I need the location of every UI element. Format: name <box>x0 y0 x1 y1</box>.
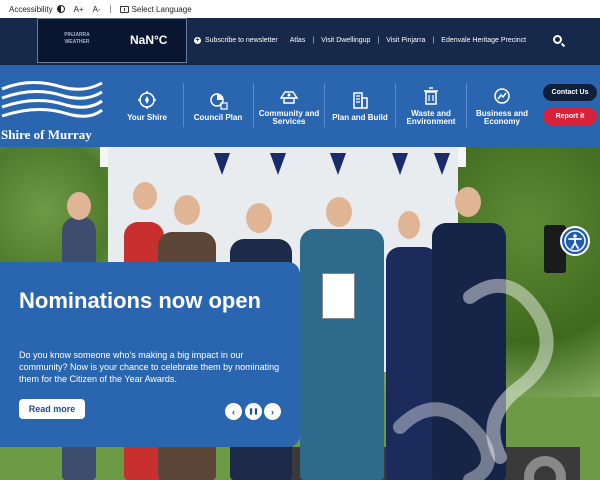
contrast-toggle-icon[interactable] <box>56 5 65 13</box>
font-decrease-button[interactable]: A- <box>93 5 101 14</box>
top-links: + Subscribe to newsletter Atlas | Visit … <box>194 37 527 44</box>
accessibility-bar: Accessibility A+ A- Select Language <box>0 0 600 18</box>
hero-promo-card: Nominations now open Do you know someone… <box>0 262 300 447</box>
chart-icon <box>494 88 510 104</box>
nav-plan-build[interactable]: Plan and Build <box>325 65 395 147</box>
accessibility-widget-button[interactable] <box>560 226 590 256</box>
carousel-prev-button[interactable]: ‹ <box>225 403 242 420</box>
logo-text: Shire of Murray <box>1 127 92 142</box>
atlas-link[interactable]: Atlas <box>290 37 306 44</box>
nav-council-plan[interactable]: Council Plan <box>184 65 252 147</box>
site-logo[interactable]: Shire of Murray <box>0 79 106 142</box>
weather-logo: PINJARRA WEATHER <box>64 32 90 45</box>
nav-waste-environment[interactable]: Waste and Environment <box>396 65 466 147</box>
accessibility-label: Accessibility <box>9 5 65 14</box>
accessibility-person-icon <box>564 230 586 252</box>
hero-title: Nominations now open <box>19 288 261 313</box>
divider <box>109 5 111 13</box>
carousel-next-button[interactable]: › <box>264 403 281 420</box>
hero-description: Do you know someone who's making a big i… <box>19 350 280 384</box>
weather-temperature: NaN°C <box>130 33 168 47</box>
search-icon[interactable] <box>553 35 562 44</box>
visit-dwellingup-link[interactable]: Visit Dwellingup <box>321 37 370 44</box>
visit-pinjarra-link[interactable]: Visit Pinjarra <box>386 37 425 44</box>
report-it-button[interactable]: Report it <box>543 108 597 125</box>
top-bar: PINJARRA WEATHER NaN°C + Subscribe to ne… <box>0 18 600 65</box>
waves-logo-icon <box>1 81 103 118</box>
main-nav: Shire of Murray Your Shire Council Plan … <box>0 65 600 147</box>
nav-business-economy[interactable]: Business and Economy <box>467 65 537 147</box>
bin-icon <box>424 87 438 105</box>
subscribe-newsletter-link[interactable]: + Subscribe to newsletter <box>194 37 278 44</box>
nav-community-services[interactable]: Community and Services <box>254 65 324 147</box>
community-icon <box>279 91 299 104</box>
font-increase-button[interactable]: A+ <box>74 5 84 14</box>
edenvale-heritage-link[interactable]: Edenvale Heritage Precinct <box>441 37 526 44</box>
plus-icon: + <box>194 37 201 44</box>
weather-widget[interactable]: PINJARRA WEATHER NaN°C <box>37 18 187 63</box>
carousel-pause-button[interactable]: ❚❚ <box>245 403 262 420</box>
contact-us-button[interactable]: Contact Us <box>543 84 597 101</box>
nav-your-shire[interactable]: Your Shire <box>112 65 182 147</box>
read-more-button[interactable]: Read more <box>19 399 85 419</box>
translate-icon <box>119 5 129 13</box>
select-language-button[interactable]: Select Language <box>119 5 192 14</box>
compass-icon <box>138 91 156 109</box>
pie-chart-icon <box>210 93 228 110</box>
building-icon <box>353 92 368 109</box>
